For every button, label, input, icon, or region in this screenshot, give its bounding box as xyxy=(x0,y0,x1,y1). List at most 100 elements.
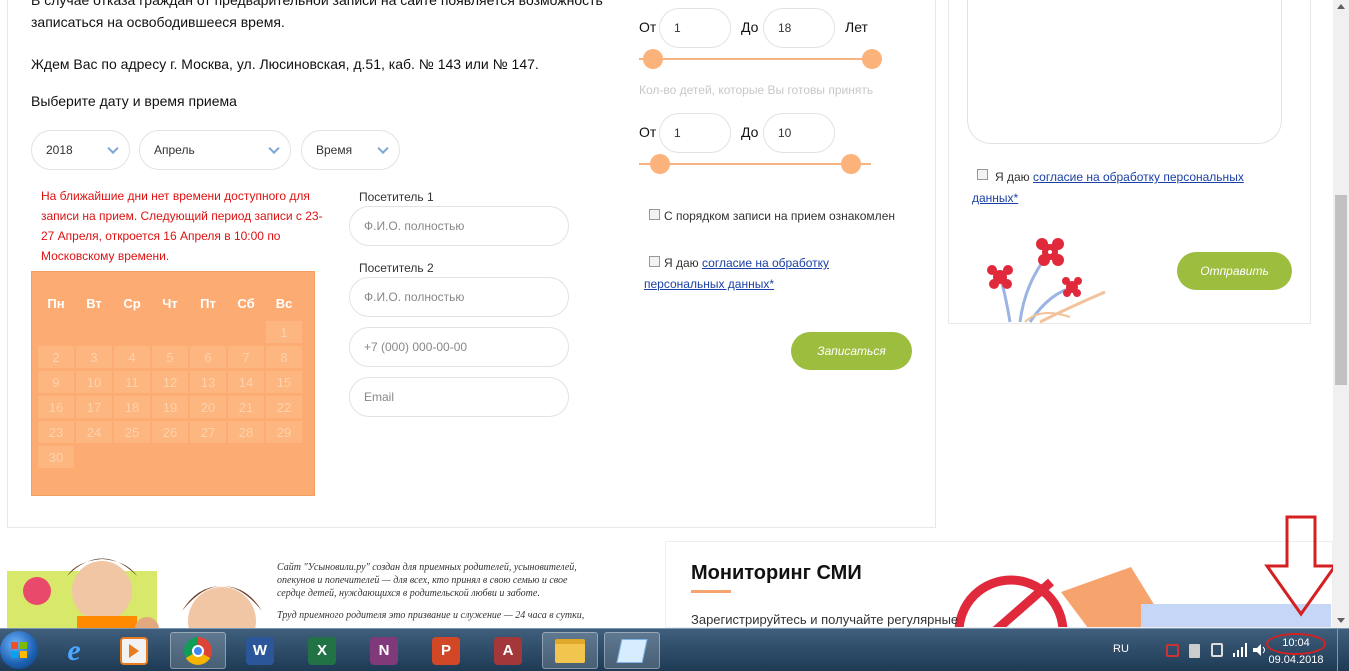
scrollbar-thumb[interactable] xyxy=(1335,195,1347,385)
onenote-icon[interactable]: N xyxy=(356,632,412,669)
chrome-icon[interactable] xyxy=(170,632,226,669)
consent-checkbox[interactable] xyxy=(649,256,660,267)
choose-date-label: Выберите дату и время приема xyxy=(31,93,237,109)
calendar-day: 4 xyxy=(113,345,151,369)
calendar-day: 22 xyxy=(265,395,303,419)
calendar-day: 25 xyxy=(113,420,151,444)
media-text: Зарегистрируйтесь и получайте регулярные xyxy=(691,612,959,627)
calendar-day: 5 xyxy=(151,345,189,369)
time-select[interactable]: Время xyxy=(301,130,400,170)
volume-icon[interactable] xyxy=(1252,643,1266,657)
month-select-value: Апрель xyxy=(154,143,195,157)
kids-count-label: Кол-во детей, которые Вы готовы принять xyxy=(639,83,874,97)
word-icon[interactable]: W xyxy=(232,632,288,669)
show-desktop-button[interactable] xyxy=(1337,629,1349,671)
age-from-input[interactable]: 1 xyxy=(659,8,731,48)
calendar-day: 21 xyxy=(227,395,265,419)
year-select[interactable]: 2018 xyxy=(31,130,130,170)
year-select-value: 2018 xyxy=(46,143,73,157)
media-player-icon[interactable] xyxy=(106,632,162,669)
order-ack-checkbox[interactable] xyxy=(649,209,660,220)
email-input[interactable]: Email xyxy=(349,377,569,417)
visitor-1-name-input[interactable]: Ф.И.О. полностью xyxy=(349,206,569,246)
month-select[interactable]: Апрель xyxy=(139,130,291,170)
side-consent-link-cont[interactable]: данных* xyxy=(972,191,1018,205)
calendar-day: 1 xyxy=(265,320,303,344)
side-consent-label: Я даю согласие на обработку персональных xyxy=(995,170,1244,184)
calendar-day: 16 xyxy=(37,395,75,419)
kids-to-input[interactable]: 10 xyxy=(763,113,835,153)
about-line-4: Труд приемного родителя это призвание и … xyxy=(277,610,585,621)
flowers-illustration xyxy=(987,238,1106,324)
consent-label: Я даю согласие на обработку xyxy=(664,256,829,270)
order-ack-label: С порядком записи на прием ознакомлен xyxy=(664,209,895,223)
side-consent-link[interactable]: согласие на обработку персональных xyxy=(1033,170,1244,184)
calendar-day: 10 xyxy=(75,370,113,394)
age-to-input[interactable]: 18 xyxy=(763,8,835,48)
phone-input[interactable]: +7 (000) 000-00-00 xyxy=(349,327,569,367)
access-icon[interactable]: A xyxy=(480,632,536,669)
calendar-day: 6 xyxy=(189,345,227,369)
calendar-day: 19 xyxy=(151,395,189,419)
visitor-2-name-input[interactable]: Ф.И.О. полностью xyxy=(349,277,569,317)
calendar-day: 12 xyxy=(151,370,189,394)
calendar-weekday: Чт xyxy=(162,296,178,311)
calendar-day: 7 xyxy=(227,345,265,369)
kids-slider-max-handle[interactable] xyxy=(841,154,861,174)
windows-taskbar: e W X N P A RU 10:04 09.04.2018 xyxy=(0,628,1349,671)
age-range-slider[interactable] xyxy=(639,58,882,60)
language-indicator[interactable]: RU xyxy=(1113,643,1129,655)
calendar-weekday: Вс xyxy=(275,296,293,311)
network-signal-icon[interactable] xyxy=(1233,643,1247,657)
address-text: Ждем Вас по адресу г. Москва, ул. Люсино… xyxy=(31,56,539,72)
calendar-weekday: Ср xyxy=(123,296,141,311)
calendar-weekday: Пн xyxy=(47,296,65,311)
kids-range-slider[interactable] xyxy=(639,163,871,165)
warning-line-1: На ближайшие дни нет времени доступного … xyxy=(41,189,310,203)
calendar-day: 29 xyxy=(265,420,303,444)
clipboard-tray-icon[interactable] xyxy=(1211,643,1223,657)
notepad-icon[interactable] xyxy=(604,632,660,669)
calendar-weekday: Вт xyxy=(86,296,102,311)
chevron-down-icon xyxy=(377,142,389,155)
send-button[interactable]: Отправить xyxy=(1177,252,1292,290)
about-line-1: Сайт "Усыновили.ру" создан для приемных … xyxy=(277,562,577,573)
kids-from-input[interactable]: 1 xyxy=(659,113,731,153)
powerpoint-icon[interactable]: P xyxy=(418,632,474,669)
scroll-down-icon[interactable] xyxy=(1337,618,1345,623)
side-consent-prefix: Я даю xyxy=(995,170,1034,184)
media-title: Мониторинг СМИ xyxy=(691,562,862,584)
age-slider-min-handle[interactable] xyxy=(643,49,663,69)
windows-logo-icon xyxy=(11,642,27,658)
kids-slider-min-handle[interactable] xyxy=(650,154,670,174)
calendar: Пн Вт Ср Чт Пт Сб Вс 1 2 3 4 5 6 7 8 9 10 11 12 13 14 15 16 17 1… xyxy=(31,271,315,496)
age-from-label: От xyxy=(639,19,657,35)
submit-appointment-button[interactable]: Записаться xyxy=(791,332,912,370)
internet-explorer-icon[interactable]: e xyxy=(46,632,102,669)
calendar-day: 20 xyxy=(189,395,227,419)
calendar-day: 9 xyxy=(37,370,75,394)
visitor-1-label: Посетитель 1 xyxy=(359,190,434,204)
file-explorer-icon[interactable] xyxy=(542,632,598,669)
antivirus-tray-icon[interactable] xyxy=(1166,644,1179,657)
chevron-down-icon xyxy=(107,142,119,155)
calendar-day: 15 xyxy=(265,370,303,394)
message-textarea[interactable] xyxy=(967,0,1282,144)
calendar-day: 30 xyxy=(37,445,75,469)
device-tray-icon[interactable] xyxy=(1189,644,1200,658)
excel-icon[interactable]: X xyxy=(294,632,350,669)
scroll-up-icon[interactable] xyxy=(1337,4,1345,9)
about-line-3: сердце детей, нуждающихся в родительской… xyxy=(277,588,540,599)
calendar-day: 8 xyxy=(265,345,303,369)
calendar-day: 23 xyxy=(37,420,75,444)
consent-link-cont[interactable]: персональных данных* xyxy=(644,277,774,291)
age-slider-max-handle[interactable] xyxy=(862,49,882,69)
consent-link[interactable]: согласие на обработку xyxy=(702,256,829,270)
clock-time[interactable]: 10:04 xyxy=(1270,637,1322,649)
side-consent-checkbox[interactable] xyxy=(977,169,988,180)
calendar-weekday: Пт xyxy=(200,296,216,311)
clock-date[interactable]: 09.04.2018 xyxy=(1266,654,1326,666)
start-orb-icon[interactable] xyxy=(0,631,38,669)
title-underline xyxy=(691,590,731,593)
calendar-day: 27 xyxy=(189,420,227,444)
